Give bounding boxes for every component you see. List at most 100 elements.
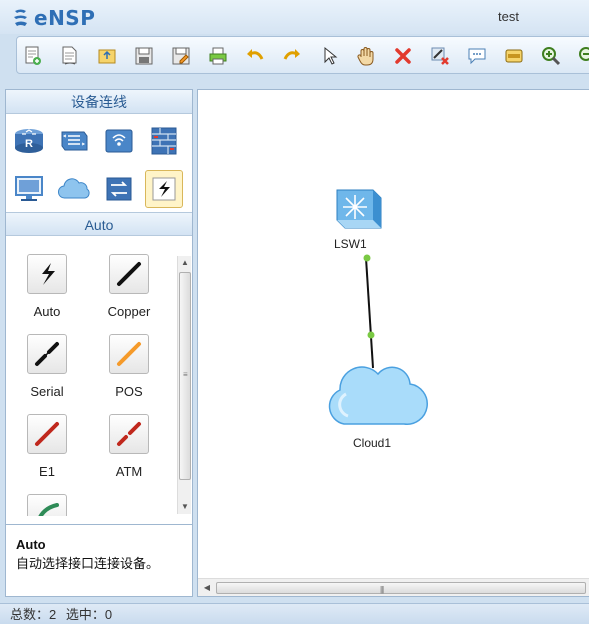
- cable-item-pos[interactable]: POS: [88, 326, 170, 406]
- rectangle-icon: [505, 49, 523, 63]
- cable-icon-box: [109, 334, 149, 374]
- device-category-switch[interactable]: [55, 122, 93, 160]
- window-title: test: [498, 9, 519, 24]
- cable-label: Auto: [33, 304, 61, 319]
- device-category-cable[interactable]: [145, 170, 183, 208]
- ensp-logo-icon: [14, 9, 27, 26]
- device-category-cloud[interactable]: [55, 170, 93, 208]
- copper-cable-icon: [117, 262, 141, 286]
- select-tool-button[interactable]: [317, 44, 341, 68]
- print-button[interactable]: [206, 44, 230, 68]
- app-logo: eNSP: [12, 6, 95, 30]
- lsw1-node-icon[interactable]: [336, 189, 382, 229]
- cable-label: Copper: [107, 304, 151, 319]
- app-name: eNSP: [34, 6, 96, 30]
- pc-terminal-icon: [15, 176, 43, 201]
- cable-list-scrollbar[interactable]: ▲ ≡ ▼: [177, 256, 191, 514]
- device-panel: 设备连线 R Auto Auto Copper Serial POS E1 AT…: [5, 89, 193, 597]
- rectangle-tool-button[interactable]: [502, 44, 526, 68]
- scrollbar-thumb[interactable]: |||: [216, 582, 586, 594]
- delete-link-icon: [431, 47, 449, 65]
- device-category-terminal[interactable]: [10, 170, 48, 208]
- cable-label: Serial: [30, 384, 64, 399]
- delete-icon: [395, 48, 411, 64]
- print-icon: [209, 47, 227, 65]
- scroll-left-icon[interactable]: ◀: [200, 581, 214, 595]
- router-icon: R: [15, 129, 43, 153]
- device-category-wireless[interactable]: [100, 122, 138, 160]
- redo-icon: [283, 49, 300, 60]
- open-button[interactable]: [95, 44, 119, 68]
- cable-item-atm[interactable]: ATM: [88, 406, 170, 486]
- zoom-in-icon: [542, 47, 561, 66]
- save-as-icon: [172, 47, 190, 65]
- grip-icon: ≡: [183, 370, 188, 379]
- cable-label: POS: [115, 384, 143, 399]
- node-label-lsw1[interactable]: LSW1: [334, 237, 367, 251]
- cable-icon: [152, 177, 176, 201]
- cable-icon-box: [27, 254, 67, 294]
- switch-icon: [61, 131, 88, 151]
- firewall-icon: [151, 127, 177, 155]
- new-topology-button[interactable]: [21, 44, 45, 68]
- scroll-up-icon[interactable]: ▲: [178, 256, 192, 270]
- scrollbar-thumb[interactable]: ≡: [179, 272, 191, 480]
- delete-link-button[interactable]: [428, 44, 452, 68]
- save-as-button[interactable]: [169, 44, 193, 68]
- topology-canvas[interactable]: LSW1 Cloud1 ◀ |||: [197, 89, 589, 597]
- pan-tool-button[interactable]: [354, 44, 378, 68]
- port-indicator-cloud1: [367, 331, 375, 339]
- scroll-down-icon[interactable]: ▼: [178, 500, 192, 514]
- grip-icon: |||: [380, 585, 384, 594]
- node-label-cloud1[interactable]: Cloud1: [353, 436, 391, 450]
- open-icon: [98, 49, 116, 64]
- canvas-horizontal-scrollbar[interactable]: ◀ |||: [198, 578, 589, 596]
- status-total-count: 总数：2: [10, 607, 57, 622]
- e1-cable-icon: [35, 422, 59, 446]
- cable-item-e1[interactable]: E1: [6, 406, 88, 486]
- description-title: Auto: [16, 537, 46, 552]
- cable-item-serial[interactable]: Serial: [6, 326, 88, 406]
- text-annotation-button[interactable]: [465, 44, 489, 68]
- zoom-in-button[interactable]: [539, 44, 563, 68]
- delete-button[interactable]: [391, 44, 415, 68]
- cloud1-node-icon[interactable]: [328, 366, 428, 425]
- cable-icon-box: [27, 494, 67, 516]
- console-cable-icon: [38, 503, 59, 516]
- link-lsw1-cloud1[interactable]: [365, 257, 374, 369]
- device-category-router[interactable]: R: [10, 122, 48, 160]
- other-device-icon: [106, 177, 132, 201]
- device-panel-header: 设备连线: [6, 90, 192, 114]
- cable-item-ctl[interactable]: [6, 486, 88, 516]
- cable-panel-header: Auto: [6, 212, 192, 236]
- zoom-out-icon: [579, 47, 589, 61]
- title-bar: eNSP test: [0, 0, 589, 34]
- auto-cable-icon: [42, 263, 55, 285]
- svg-text:R: R: [25, 138, 33, 150]
- cable-label: ATM: [115, 464, 143, 479]
- cable-item-copper[interactable]: Copper: [88, 246, 170, 326]
- wireless-icon: [105, 129, 133, 153]
- undo-button[interactable]: [243, 44, 267, 68]
- cable-icon-box: [109, 414, 149, 454]
- device-category-other[interactable]: [100, 170, 138, 208]
- new-file-button[interactable]: [58, 44, 82, 68]
- status-bar: 总数：2 选中：0: [0, 603, 589, 624]
- cable-list: Auto Copper Serial POS E1 ATM: [6, 240, 176, 516]
- status-selected-count: 选中：0: [65, 607, 113, 622]
- pos-cable-icon: [117, 342, 141, 366]
- save-icon: [135, 47, 153, 65]
- toolbar: [16, 36, 589, 74]
- cable-icon-box: [27, 414, 67, 454]
- description-box: Auto 自动选择接口连接设备。: [6, 524, 192, 596]
- cable-icon-box: [109, 254, 149, 294]
- save-button[interactable]: [132, 44, 156, 68]
- redo-button[interactable]: [280, 44, 304, 68]
- port-indicator-lsw1: [363, 254, 371, 262]
- serial-cable-icon: [35, 342, 59, 366]
- topology-drawing: [328, 189, 428, 425]
- device-category-firewall[interactable]: [145, 122, 183, 160]
- zoom-out-button[interactable]: [576, 44, 589, 68]
- cable-item-auto[interactable]: Auto: [6, 246, 88, 326]
- new-topology-icon: [25, 46, 41, 65]
